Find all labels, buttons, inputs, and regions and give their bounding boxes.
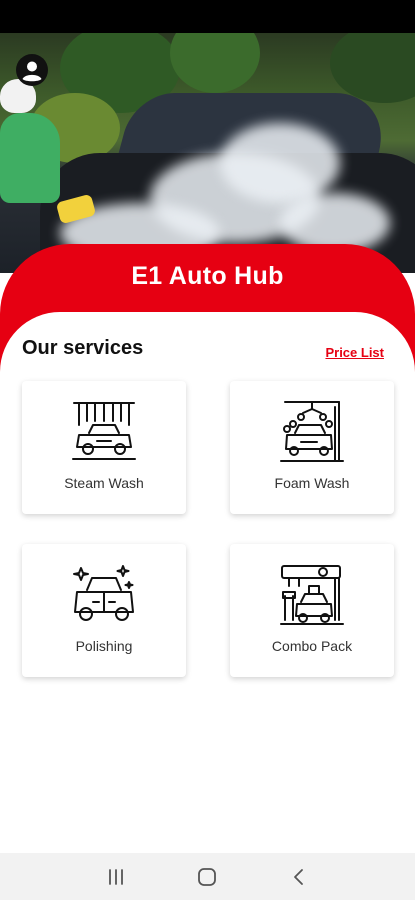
service-card-polishing[interactable]: Polishing bbox=[22, 544, 186, 677]
recent-apps-icon bbox=[108, 868, 123, 885]
services-heading: Our services bbox=[22, 337, 144, 359]
service-label: Foam Wash bbox=[274, 475, 350, 491]
service-label: Steam Wash bbox=[64, 475, 144, 491]
polishing-icon bbox=[73, 565, 134, 621]
steam-wash-icon bbox=[72, 402, 136, 460]
combo-pack-icon bbox=[280, 565, 344, 625]
back-button[interactable] bbox=[279, 857, 319, 897]
recent-apps-button[interactable] bbox=[96, 857, 136, 897]
hero-image bbox=[0, 33, 415, 273]
system-nav-bar bbox=[0, 853, 415, 900]
profile-icon bbox=[17, 55, 47, 85]
foam-wash-icon bbox=[280, 401, 344, 462]
profile-button[interactable] bbox=[16, 54, 48, 86]
home-icon bbox=[198, 867, 217, 886]
service-label: Combo Pack bbox=[271, 638, 353, 654]
service-card-foam-wash[interactable]: Foam Wash bbox=[230, 381, 394, 514]
back-icon bbox=[294, 868, 304, 885]
service-label: Polishing bbox=[75, 638, 133, 654]
service-card-combo-pack[interactable]: Combo Pack bbox=[230, 544, 394, 677]
status-bar bbox=[0, 0, 415, 33]
service-card-steam-wash[interactable]: Steam Wash bbox=[22, 381, 186, 514]
app-title: E1 Auto Hub bbox=[131, 262, 284, 290]
home-button[interactable] bbox=[187, 857, 227, 897]
price-list-link[interactable]: Price List bbox=[325, 345, 384, 360]
